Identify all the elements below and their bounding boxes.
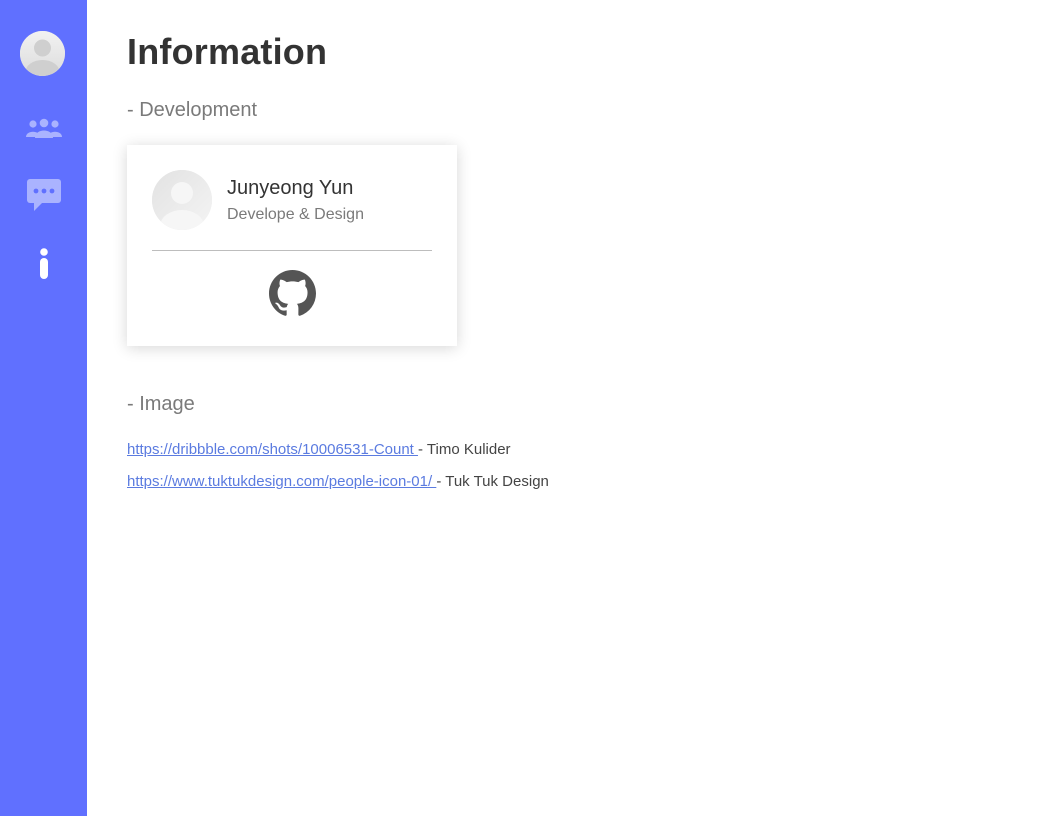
- profile-avatar[interactable]: [20, 31, 65, 76]
- sidebar: [0, 0, 87, 816]
- info-icon: [39, 248, 48, 279]
- credit-author: - Tuk Tuk Design: [436, 473, 549, 490]
- github-link[interactable]: [269, 270, 316, 317]
- page-title: Information: [127, 31, 328, 72]
- user-avatar-icon: [152, 170, 212, 230]
- user-avatar-icon: [20, 31, 65, 76]
- developer-avatar: [152, 170, 212, 230]
- credit-author: - Timo Kulider: [418, 441, 511, 458]
- developer-name: Junyeong Yun: [227, 177, 354, 199]
- github-icon: [269, 270, 316, 316]
- credit-link[interactable]: https://www.tuktukdesign.com/people-icon…: [127, 473, 436, 490]
- developer-role: Develope & Design: [227, 206, 364, 223]
- main-content: Information - Development Junyeong Yun D…: [127, 0, 1044, 816]
- app: Information - Development Junyeong Yun D…: [0, 0, 1044, 816]
- people-icon: [25, 118, 62, 138]
- chat-bubble-icon: [26, 179, 61, 211]
- card-divider: [152, 250, 432, 251]
- credit-item: https://dribbble.com/shots/10006531-Coun…: [127, 441, 511, 458]
- developer-card: Junyeong Yun Develope & Design: [127, 145, 457, 346]
- sidebar-item-info[interactable]: [0, 244, 87, 284]
- sidebar-item-chat[interactable]: [0, 175, 87, 215]
- sidebar-item-people[interactable]: [0, 109, 87, 149]
- credit-item: https://www.tuktukdesign.com/people-icon…: [127, 473, 549, 490]
- credit-link[interactable]: https://dribbble.com/shots/10006531-Coun…: [127, 441, 418, 458]
- image-heading: - Image: [127, 393, 195, 415]
- development-heading: - Development: [127, 99, 258, 121]
